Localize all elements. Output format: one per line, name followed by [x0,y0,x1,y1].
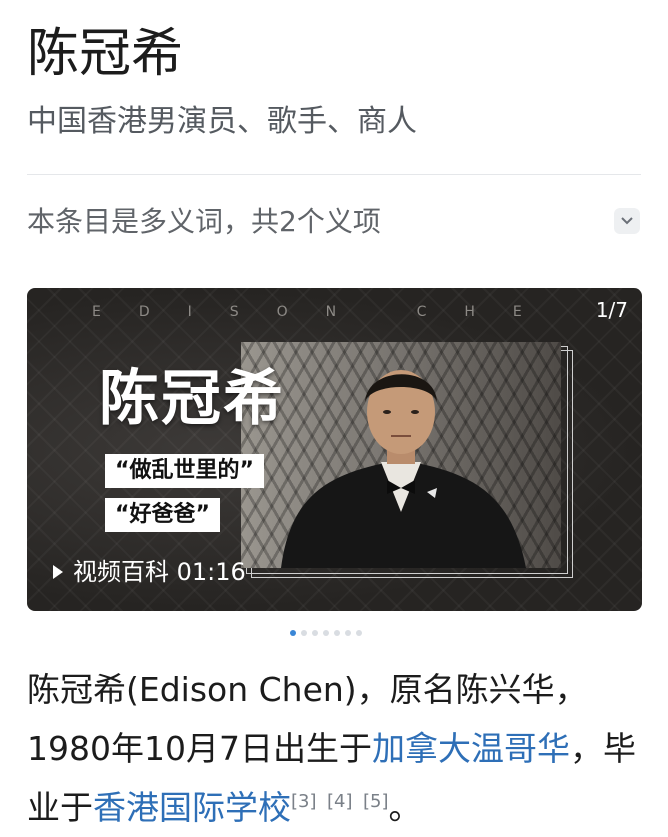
link-vancouver[interactable]: 加拿大温哥华 [372,729,570,768]
carousel-indicator [290,630,362,636]
overlay-tag-1: “做乱世里的” [105,454,264,488]
link-hkis[interactable]: 香港国际学校 [93,788,291,827]
overlay-name: 陈冠希 [99,364,285,434]
watermark-text: EDISON CHE [92,304,560,320]
reference-3[interactable]: [3] [291,791,317,812]
carousel-counter: 1/7 [595,298,628,322]
carousel-dot[interactable] [312,630,318,636]
overlay-tag-2: “好爸爸” [105,498,220,532]
divider [27,174,641,175]
portrait-photo [241,342,561,568]
disambiguation-notice[interactable]: 本条目是多义词，共2个义项 [27,202,381,242]
portrait-figure [281,370,526,568]
video-label[interactable]: 视频百科 01:16 [53,556,246,588]
play-icon[interactable] [53,565,63,579]
chevron-down-icon [621,217,633,225]
reference-4[interactable]: [4] [327,791,353,812]
carousel-dot-active[interactable] [290,630,296,636]
carousel-dot[interactable] [323,630,329,636]
page-title: 陈冠希 [27,24,184,84]
carousel-dot[interactable] [356,630,362,636]
video-label-text: 视频百科 01:16 [73,558,246,586]
reference-5[interactable]: [5] [363,791,389,812]
carousel-dot[interactable] [301,630,307,636]
disambiguation-toggle[interactable] [614,208,640,234]
page-subtitle: 中国香港男演员、歌手、商人 [27,104,417,139]
article-intro: 陈冠希(Edison Chen)，原名陈兴华，1980年10月7日出生于加拿大温… [27,660,647,837]
media-carousel[interactable]: EDISON CHE 1/7 陈冠希 “做乱世里的” “好爸爸” 视频百科 01… [27,288,642,611]
carousel-dot[interactable] [345,630,351,636]
carousel-dot[interactable] [334,630,340,636]
intro-text: 。 [388,788,422,827]
